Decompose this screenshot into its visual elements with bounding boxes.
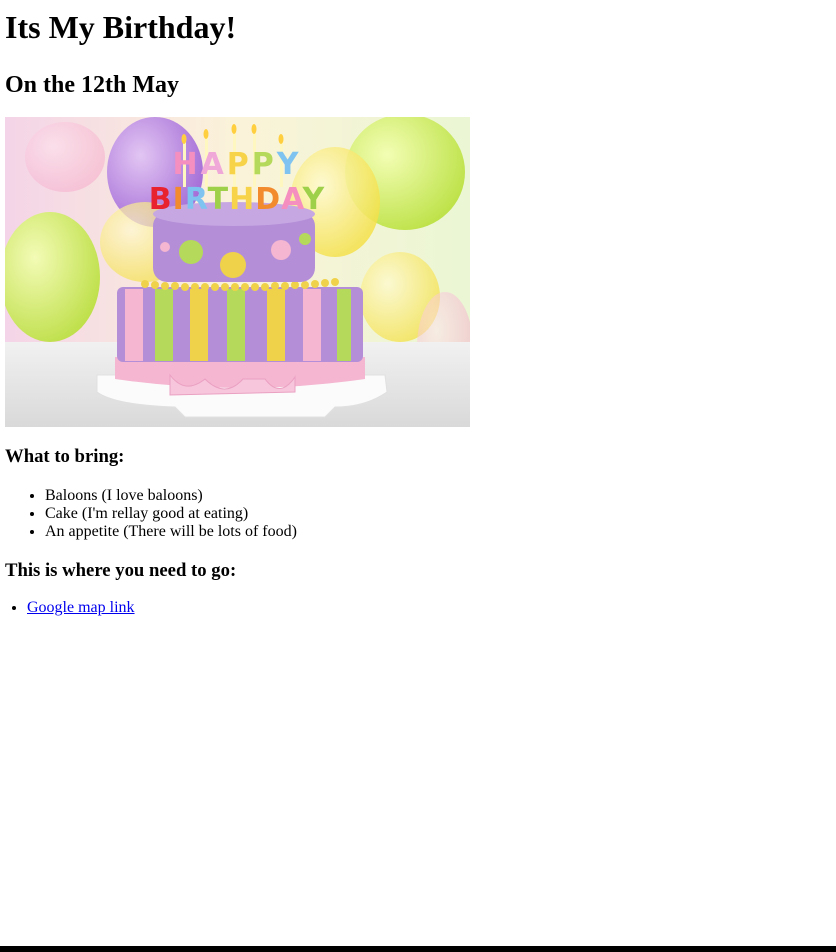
list-item: Cake (I'm rellay good at eating) [45,505,831,523]
bottom-border [0,946,836,952]
page-title: Its My Birthday! [5,9,237,45]
bring-heading: What to bring: [5,446,125,467]
directions-heading: This is where you need to go: [5,560,237,581]
banner-birthday-text: BIRTHDAY [149,182,326,217]
list-item: An appetite (There will be lots of food) [45,523,831,541]
list-item: Baloons (I love baloons) [45,487,831,505]
directions-list: Google map link [5,599,831,617]
bring-list: Baloons (I love baloons) Cake (I'm rella… [5,487,831,541]
list-item: Google map link [27,599,831,617]
google-map-link[interactable]: Google map link [27,599,135,616]
page-subtitle: On the 12th May [5,72,179,98]
birthday-cake-image: HAPPY BIRTHDAY [5,117,470,427]
page: Its My Birthday! On the 12th May HAPPY B… [0,0,836,946]
banner-happy-text: HAPPY [172,147,301,182]
